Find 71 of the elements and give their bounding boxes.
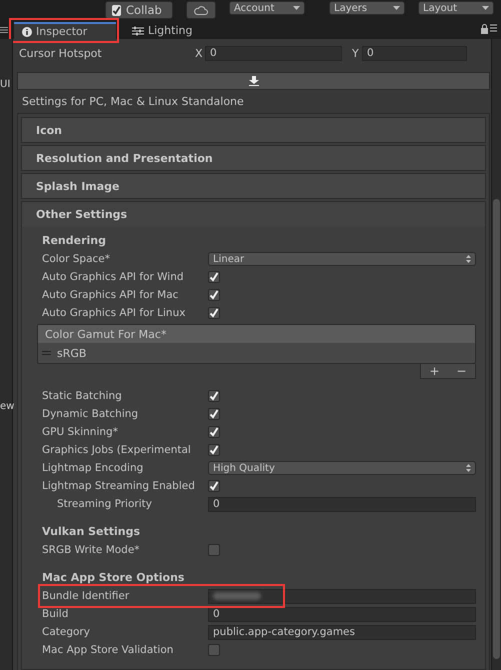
input-field[interactable] bbox=[208, 588, 476, 604]
foldout-header[interactable]: Splash Image bbox=[21, 173, 486, 199]
setting-label: Streaming Priority bbox=[57, 498, 153, 510]
setting-label: Bundle Identifier bbox=[42, 590, 130, 602]
group-title: Vulkan Settings bbox=[41, 524, 142, 540]
dropdown[interactable]: Linear bbox=[208, 252, 476, 266]
checkbox[interactable] bbox=[208, 289, 220, 301]
setting-label: SRGB Write Mode* bbox=[42, 544, 141, 556]
info-icon bbox=[22, 26, 32, 36]
setting-label: GPU Skinning* bbox=[42, 426, 119, 438]
setting-label: Lightmap Encoding bbox=[42, 462, 144, 474]
lock-icon[interactable] bbox=[481, 24, 497, 34]
input-field[interactable]: 0 bbox=[205, 46, 342, 60]
cloud-button[interactable] bbox=[186, 1, 216, 19]
updown-icon bbox=[466, 464, 471, 472]
download-icon bbox=[248, 76, 258, 86]
caret-icon bbox=[393, 6, 400, 10]
checkbox[interactable] bbox=[208, 426, 220, 438]
setting-label: Mac App Store Validation bbox=[42, 644, 174, 656]
checkbox[interactable] bbox=[208, 408, 220, 420]
platform-title: Settings for PC, Mac & Linux Standalone bbox=[21, 94, 245, 110]
caret-icon bbox=[482, 6, 489, 10]
checkbox[interactable] bbox=[208, 390, 220, 402]
input-field[interactable]: public.app-category.games bbox=[208, 624, 476, 640]
cloud-icon bbox=[194, 6, 208, 14]
redaction-blur bbox=[213, 592, 261, 600]
setting-label: Lightmap Streaming Enabled bbox=[42, 480, 196, 492]
collab-button[interactable]: Collab bbox=[105, 1, 173, 19]
checkbox[interactable] bbox=[208, 271, 220, 283]
panel-label: ew bbox=[0, 401, 14, 412]
caret-icon bbox=[293, 6, 300, 10]
panel-label: UI bbox=[0, 79, 10, 90]
scrollbar[interactable] bbox=[491, 39, 501, 670]
foldout-header[interactable]: Other Settings bbox=[21, 201, 486, 227]
drag-handle-icon[interactable] bbox=[42, 351, 51, 355]
setting-label: Graphics Jobs (Experimental bbox=[42, 444, 192, 456]
input-field[interactable]: 0 bbox=[208, 496, 476, 512]
dropdown-button[interactable]: Layers bbox=[329, 1, 405, 15]
input-field[interactable]: 0 bbox=[208, 606, 476, 622]
input-field[interactable]: 0 bbox=[362, 46, 467, 60]
checkbox[interactable] bbox=[208, 307, 220, 319]
axis-label: X bbox=[195, 46, 204, 60]
axis-label: Y bbox=[352, 46, 360, 60]
setting-label: Category bbox=[42, 626, 91, 638]
dropdown-button[interactable]: Account bbox=[229, 1, 305, 15]
add-button[interactable]: + bbox=[429, 365, 440, 377]
dropdown-button[interactable]: Layout bbox=[418, 1, 494, 15]
remove-button[interactable]: − bbox=[456, 365, 467, 377]
foldout-header[interactable]: Icon bbox=[21, 117, 486, 143]
checkbox[interactable] bbox=[208, 544, 220, 556]
group-title: Rendering bbox=[41, 232, 107, 248]
updown-icon bbox=[466, 255, 471, 263]
setting-label: Build bbox=[42, 608, 70, 620]
checkbox[interactable] bbox=[208, 480, 220, 492]
setting-label: Auto Graphics API for Wind bbox=[42, 271, 185, 283]
setting-label: Auto Graphics API for Linux bbox=[42, 307, 186, 319]
list-item[interactable]: sRGB bbox=[57, 346, 86, 360]
checkbox[interactable] bbox=[208, 644, 220, 656]
field-label: Cursor Hotspot bbox=[19, 46, 103, 60]
menu-icon[interactable] bbox=[0, 27, 8, 33]
setting-label: Auto Graphics API for Mac bbox=[42, 289, 180, 301]
setting-label: Color Space* bbox=[42, 253, 111, 265]
tab[interactable]: Lighting bbox=[124, 22, 192, 39]
foldout-header[interactable]: Resolution and Presentation bbox=[21, 145, 486, 171]
setting-label: Dynamic Batching bbox=[42, 408, 140, 420]
dropdown[interactable]: High Quality bbox=[208, 461, 476, 475]
sliders-icon bbox=[132, 26, 144, 36]
setting-label: Static Batching bbox=[42, 390, 123, 402]
checkbox[interactable] bbox=[208, 444, 220, 456]
list-header: Color Gamut For Mac* bbox=[38, 325, 475, 343]
group-title: Mac App Store Options bbox=[41, 570, 186, 586]
